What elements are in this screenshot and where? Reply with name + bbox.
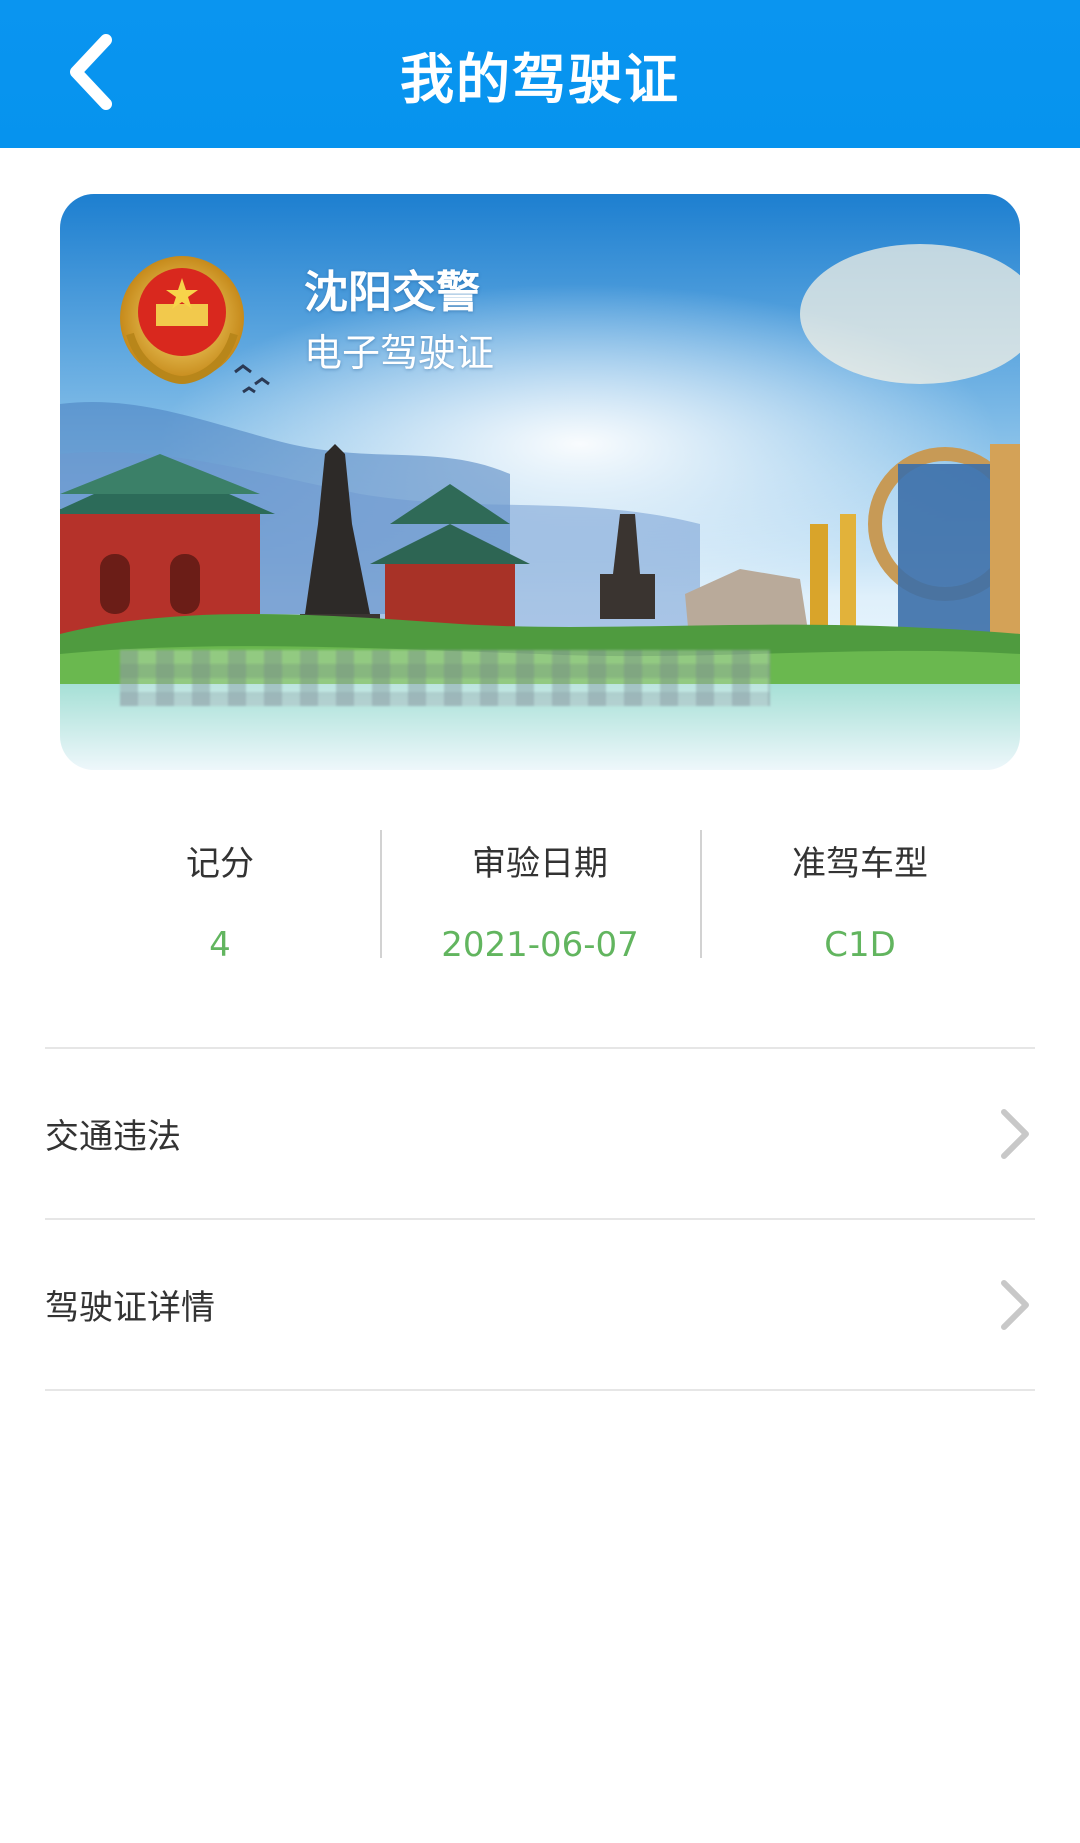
- stat-value: 4: [209, 925, 231, 965]
- menu-item-traffic-violations[interactable]: 交通违法: [45, 1049, 1035, 1220]
- license-number-redacted: [120, 650, 770, 706]
- stat-label: 审验日期: [472, 844, 608, 884]
- stat-vehicle-class: 准驾车型 C1D: [700, 828, 1020, 965]
- chevron-right-icon: [995, 1275, 1035, 1335]
- stat-points: 记分 4: [60, 828, 380, 965]
- license-card[interactable]: 沈阳交警 电子驾驶证: [60, 194, 1020, 770]
- menu-item-label: 驾驶证详情: [45, 1288, 215, 1328]
- stat-label: 准驾车型: [792, 844, 928, 884]
- stat-value: 2021-06-07: [441, 925, 639, 965]
- chevron-right-icon: [995, 1104, 1035, 1164]
- menu-item-label: 交通违法: [45, 1117, 181, 1157]
- card-title: 沈阳交警: [304, 267, 480, 318]
- stat-value: C1D: [824, 925, 896, 965]
- app-header: 我的驾驶证: [0, 0, 1080, 148]
- police-emblem-icon: [120, 256, 244, 385]
- license-stats: 记分 4 审验日期 2021-06-07 准驾车型 C1D: [60, 828, 1020, 965]
- stat-label: 记分: [186, 844, 254, 884]
- stat-review-date: 审验日期 2021-06-07: [380, 828, 700, 965]
- menu-list: 交通违法 驾驶证详情: [45, 1047, 1035, 1391]
- card-subtitle: 电子驾驶证: [304, 331, 495, 375]
- menu-item-license-details[interactable]: 驾驶证详情: [45, 1220, 1035, 1391]
- page-title: 我的驾驶证: [400, 47, 680, 111]
